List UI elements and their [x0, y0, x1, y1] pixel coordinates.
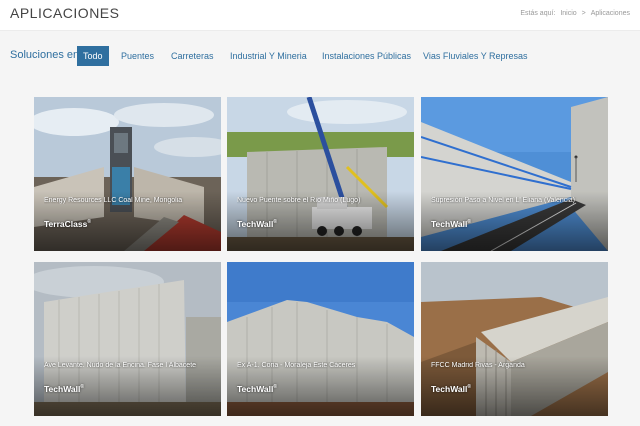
project-card[interactable]: Ave Levante. Nudo de la Encina. Fase I A… [34, 262, 221, 416]
breadcrumb-home-link[interactable]: Inicio [560, 10, 576, 17]
header-bar: APLICACIONES Estás aquí: Inicio > Aplica… [0, 0, 640, 31]
project-card[interactable]: Nuevo Puente sobre el Río Miño (Lugo) Te… [227, 97, 414, 251]
filter-tab-industrial-mineria[interactable]: Industrial Y Mineria [224, 46, 313, 66]
product-brand: TechWall® [431, 384, 471, 394]
filter-tab-vias-fluviales[interactable]: Vias Fluviales Y Represas [417, 46, 534, 66]
breadcrumb: Estás aquí: Inicio > Aplicaciones [517, 10, 630, 17]
product-brand-name: TerraClass [44, 219, 88, 229]
project-card[interactable]: FFCC Madrid Rivas - Arganda TechWall® [421, 262, 608, 416]
trademark-symbol: ® [273, 384, 278, 391]
product-brand: TechWall® [44, 384, 84, 394]
breadcrumb-separator: > [581, 10, 586, 17]
project-title: FFCC Madrid Rivas - Arganda [431, 362, 525, 369]
project-card[interactable]: Supresión Paso a Nivel en L' Eliana (Val… [421, 97, 608, 251]
project-title: Ex A-1. Coria - Moraleja Este Cáceres [237, 362, 356, 369]
product-brand-name: TechWall [431, 384, 468, 394]
trademark-symbol: ® [87, 219, 92, 226]
page-title: APLICACIONES [10, 5, 120, 21]
filter-tab-carreteras[interactable]: Carreteras [165, 46, 220, 66]
trademark-symbol: ® [80, 384, 85, 391]
project-title: Supresión Paso a Nivel en L' Eliana (Val… [431, 197, 576, 204]
product-brand-name: TechWall [237, 219, 274, 229]
filter-label: Soluciones en: [10, 49, 83, 61]
product-brand: TechWall® [237, 384, 277, 394]
trademark-symbol: ® [467, 384, 472, 391]
product-brand-name: TechWall [431, 219, 468, 229]
filter-tab-todo[interactable]: Todo [77, 46, 109, 66]
project-card[interactable]: Ex A-1. Coria - Moraleja Este Cáceres Te… [227, 262, 414, 416]
product-brand: TechWall® [431, 219, 471, 229]
product-brand-name: TechWall [44, 384, 81, 394]
breadcrumb-current: Aplicaciones [590, 10, 630, 17]
project-title: Ave Levante. Nudo de la Encina. Fase I A… [44, 362, 197, 369]
trademark-symbol: ® [273, 219, 278, 226]
project-title: Energy Resources LLC Coal Mine, Mongolia [44, 197, 183, 204]
project-card[interactable]: Energy Resources LLC Coal Mine, Mongolia… [34, 97, 221, 251]
product-brand-name: TechWall [237, 384, 274, 394]
filter-bar: Soluciones en: Todo Puentes Carreteras I… [0, 46, 640, 68]
filter-tab-instalaciones-publicas[interactable]: Instalaciones Públicas [316, 46, 417, 66]
product-brand: TechWall® [237, 219, 277, 229]
trademark-symbol: ® [467, 219, 472, 226]
project-title: Nuevo Puente sobre el Río Miño (Lugo) [237, 197, 361, 204]
breadcrumb-prefix: Estás aquí: [520, 10, 556, 17]
filter-tab-puentes[interactable]: Puentes [115, 46, 160, 66]
product-brand: TerraClass® [44, 219, 91, 229]
